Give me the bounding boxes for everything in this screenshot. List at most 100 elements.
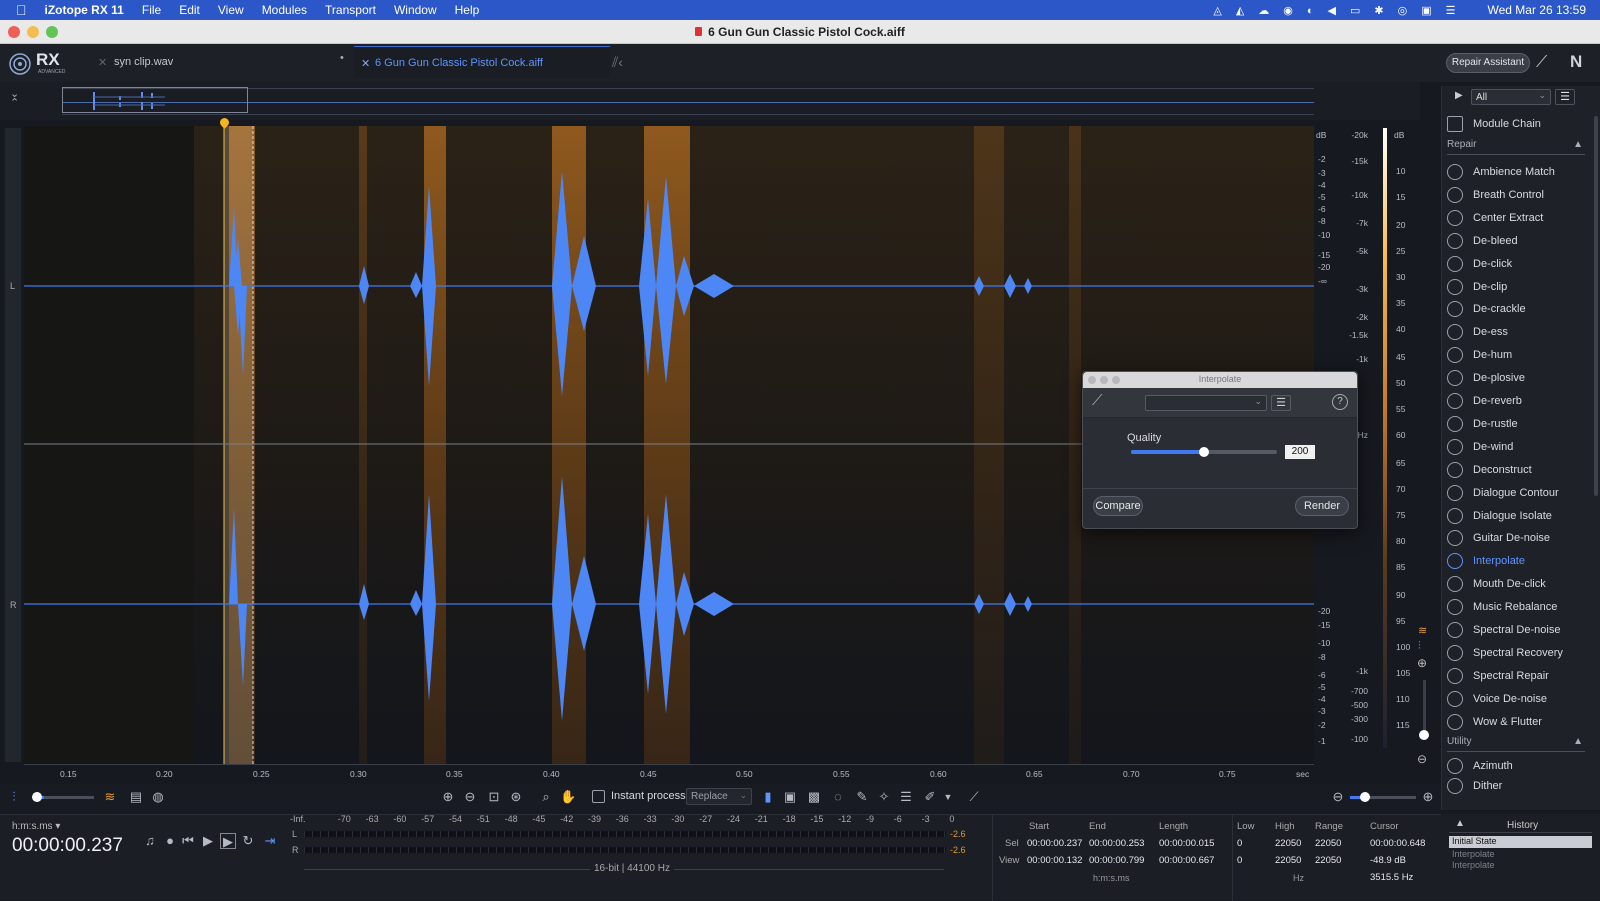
module-dither[interactable]: Dither bbox=[1447, 778, 1587, 794]
app-menu[interactable]: iZotope RX 11 bbox=[36, 3, 133, 17]
help-button[interactable]: ? bbox=[1332, 394, 1348, 410]
tab-overflow-icon[interactable]: ⫽‹ bbox=[612, 54, 623, 71]
spectrogram-blend-thumb[interactable] bbox=[32, 792, 42, 802]
history-item-initial[interactable]: Initial State bbox=[1449, 836, 1592, 848]
module-wow-flutter[interactable]: Wow & Flutter bbox=[1447, 711, 1587, 733]
time-format-dropdown[interactable]: h:m:s.ms ▾ bbox=[12, 821, 60, 832]
module-list-menu-button[interactable]: ☰ bbox=[1555, 89, 1575, 105]
menu-file[interactable]: File bbox=[133, 3, 170, 17]
waveform-mode-icon[interactable]: ⫶ bbox=[6, 789, 22, 805]
module-de-click[interactable]: De-click bbox=[1447, 253, 1587, 275]
view-start[interactable]: 00:00:00.132 bbox=[1027, 855, 1082, 866]
module-de-wind[interactable]: De-wind bbox=[1447, 436, 1587, 458]
compare-button[interactable]: Compare bbox=[1093, 496, 1143, 516]
comments-icon[interactable]: ◍ bbox=[150, 789, 166, 805]
module-de-rustle[interactable]: De-rustle bbox=[1447, 413, 1587, 435]
sel-length[interactable]: 00:00:00.015 bbox=[1159, 838, 1214, 849]
render-button[interactable]: Render bbox=[1295, 496, 1349, 516]
history-item[interactable]: Interpolate bbox=[1452, 849, 1495, 859]
module-ambience-match[interactable]: Ambience Match bbox=[1447, 161, 1587, 183]
play-chain-icon[interactable]: ▶ bbox=[1455, 90, 1463, 101]
module-spectral-recovery[interactable]: Spectral Recovery bbox=[1447, 642, 1587, 664]
harmonic-selection-icon[interactable]: ☰ bbox=[898, 789, 914, 805]
horizontal-zoom-out-icon[interactable]: ⊖ bbox=[1330, 789, 1346, 805]
envelope-tool-icon[interactable]: ⟋ bbox=[966, 789, 982, 805]
module-voice-de-noise[interactable]: Voice De-noise bbox=[1447, 688, 1587, 710]
menu-view[interactable]: View bbox=[209, 3, 253, 17]
collapse-overview-icon[interactable]: ⌄ ⌃ bbox=[10, 89, 19, 109]
play-selection-icon[interactable]: ▶ bbox=[220, 833, 236, 849]
module-deconstruct[interactable]: Deconstruct bbox=[1447, 459, 1587, 481]
module-list-scrollbar[interactable] bbox=[1594, 116, 1598, 496]
zoom-selection-icon[interactable]: ⊡ bbox=[486, 789, 502, 805]
horizontal-zoom-thumb[interactable] bbox=[1360, 792, 1370, 802]
magic-wand-icon[interactable]: ✧ bbox=[876, 789, 892, 805]
view-length[interactable]: 00:00:00.667 bbox=[1159, 855, 1214, 866]
repair-assistant-button[interactable]: Repair Assistant bbox=[1446, 53, 1530, 73]
repair-section-header[interactable]: Repair ▲ bbox=[1447, 139, 1585, 155]
lasso-tool-icon[interactable]: ◌ bbox=[830, 789, 846, 805]
spectrogram-toggle-icon[interactable]: ≋ bbox=[1418, 624, 1427, 637]
channel-label-right[interactable]: R bbox=[10, 600, 17, 610]
zoom-tool-icon[interactable]: ⌕ bbox=[538, 789, 554, 805]
utility-section-header[interactable]: Utility ▲ bbox=[1447, 736, 1585, 752]
menu-help[interactable]: Help bbox=[446, 3, 489, 17]
instant-process-checkbox[interactable] bbox=[592, 790, 605, 803]
sel-end[interactable]: 00:00:00.253 bbox=[1089, 838, 1144, 849]
module-de-crackle[interactable]: De-crackle bbox=[1447, 298, 1587, 320]
module-filter-dropdown[interactable]: All ⌄ bbox=[1471, 89, 1551, 105]
zoom-fit-icon[interactable]: ⊛ bbox=[508, 789, 524, 805]
time-axis[interactable]: 0.15 0.20 0.25 0.30 0.35 0.40 0.45 0.50 … bbox=[24, 764, 1314, 782]
module-music-rebalance[interactable]: Music Rebalance bbox=[1447, 596, 1587, 618]
status-icons[interactable]: ◬◭☁◉◐◀▭✱◎▣☰ bbox=[1204, 4, 1478, 17]
play-to-cursor-icon[interactable]: ⇥ bbox=[262, 833, 278, 849]
horizontal-zoom-in-icon[interactable]: ⊕ bbox=[1420, 789, 1436, 805]
process-mode-dropdown[interactable]: Replace ⌄ bbox=[686, 788, 752, 805]
draw-tool-icon[interactable]: ✐ bbox=[922, 789, 938, 805]
time-selection-tool-icon[interactable]: ▮ bbox=[760, 789, 776, 805]
module-de-reverb[interactable]: De-reverb bbox=[1447, 390, 1587, 412]
tab-pistol-cock[interactable]: ✕ 6 Gun Gun Classic Pistol Cock.aiff bbox=[354, 46, 610, 78]
module-de-hum[interactable]: De-hum bbox=[1447, 344, 1587, 366]
waveform-toggle-icon[interactable]: ⫶ bbox=[1418, 640, 1421, 653]
loudness-icon[interactable]: ⟋ bbox=[1536, 54, 1547, 72]
quality-value-input[interactable]: 200 bbox=[1285, 445, 1315, 459]
markers-icon[interactable]: ▤ bbox=[128, 789, 144, 805]
history-collapse-icon[interactable]: ▲ bbox=[1455, 818, 1465, 829]
frequency-selection-tool-icon[interactable]: ▣ bbox=[782, 789, 798, 805]
zoom-in-vertical-icon[interactable]: ⊕ bbox=[1417, 656, 1427, 670]
menu-transport[interactable]: Transport bbox=[316, 3, 385, 17]
loop-icon[interactable]: ↻ bbox=[240, 833, 256, 849]
menu-modules[interactable]: Modules bbox=[253, 3, 316, 17]
time-frequency-tool-icon[interactable]: ▩ bbox=[806, 789, 822, 805]
quality-slider-thumb[interactable] bbox=[1199, 447, 1209, 457]
menu-edit[interactable]: Edit bbox=[170, 3, 209, 17]
module-de-plosive[interactable]: De-plosive bbox=[1447, 367, 1587, 389]
dialog-titlebar[interactable]: Interpolate bbox=[1083, 372, 1357, 388]
history-item[interactable]: Interpolate bbox=[1452, 860, 1495, 870]
sel-start[interactable]: 00:00:00.237 bbox=[1027, 838, 1082, 849]
zoom-out-vertical-icon[interactable]: ⊖ bbox=[1417, 752, 1427, 766]
module-chain[interactable]: Module Chain bbox=[1447, 113, 1587, 135]
zoom-in-icon[interactable]: ⊕ bbox=[440, 789, 456, 805]
brush-tool-icon[interactable]: ✎ bbox=[854, 789, 870, 805]
module-azimuth[interactable]: Azimuth bbox=[1447, 755, 1587, 777]
module-interpolate[interactable]: Interpolate bbox=[1447, 550, 1587, 572]
module-center-extract[interactable]: Center Extract bbox=[1447, 207, 1587, 229]
tab-syn-clip[interactable]: ✕ syn clip.wav • bbox=[90, 46, 352, 78]
native-instruments-icon[interactable]: N bbox=[1570, 52, 1582, 72]
vertical-zoom-thumb[interactable] bbox=[1419, 730, 1429, 740]
spectrogram-mode-icon[interactable]: ≋ bbox=[102, 789, 118, 805]
module-de-ess[interactable]: De-ess bbox=[1447, 321, 1587, 343]
headphones-icon[interactable]: ♫ bbox=[142, 833, 158, 849]
module-spectral-repair[interactable]: Spectral Repair bbox=[1447, 665, 1587, 687]
zoom-out-icon[interactable]: ⊖ bbox=[462, 789, 478, 805]
tab-close-icon[interactable]: ✕ bbox=[361, 57, 370, 70]
module-spectral-de-noise[interactable]: Spectral De-noise bbox=[1447, 619, 1587, 641]
module-de-clip[interactable]: De-clip bbox=[1447, 276, 1587, 298]
module-mouth-de-click[interactable]: Mouth De-click bbox=[1447, 573, 1587, 595]
apple-icon[interactable]:  bbox=[0, 2, 36, 18]
view-end[interactable]: 00:00:00.799 bbox=[1089, 855, 1144, 866]
module-de-bleed[interactable]: De-bleed bbox=[1447, 230, 1587, 252]
menubar-clock[interactable]: Wed Mar 26 13:59 bbox=[1478, 3, 1600, 17]
